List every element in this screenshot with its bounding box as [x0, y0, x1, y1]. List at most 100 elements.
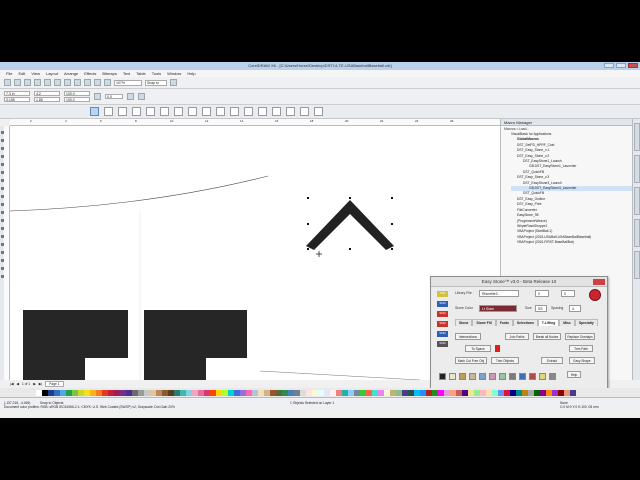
open-icon[interactable] [14, 79, 21, 86]
size-chip[interactable]: SS16 [437, 311, 448, 317]
polygon-tool-icon[interactable] [286, 107, 295, 116]
snap-to-dropdown[interactable]: Snap to [145, 79, 167, 86]
redo-icon[interactable] [84, 79, 91, 86]
size-chip[interactable]: SS40 [437, 341, 448, 347]
minimize-icon[interactable] [604, 63, 614, 68]
stone-color-swatch[interactable] [499, 373, 506, 380]
docker-tab[interactable] [634, 155, 640, 183]
x-position-field[interactable]: 7.3 in [4, 91, 30, 96]
stone-color-swatch[interactable] [509, 373, 516, 380]
fill-tool-icon[interactable] [314, 107, 323, 116]
import-icon[interactable] [94, 79, 101, 86]
mirror-vertical-icon[interactable] [138, 93, 145, 100]
text-tool-icon[interactable] [300, 107, 309, 116]
spacing-field[interactable]: 4 [569, 305, 581, 312]
menu-edit[interactable]: Edit [18, 70, 25, 77]
mirror-horizontal-icon[interactable] [127, 93, 134, 100]
tree-item[interactable]: VBAProject (2015-FIRST-BaseBallBat) [511, 240, 632, 245]
paste-icon[interactable] [64, 79, 71, 86]
menu-file[interactable]: File [6, 70, 12, 77]
tab-misc[interactable]: Misc [559, 319, 575, 326]
to-space-button[interactable]: To Space [465, 345, 491, 352]
save-icon[interactable] [24, 79, 31, 86]
stone-color-swatch[interactable] [529, 373, 536, 380]
options-icon[interactable] [170, 79, 177, 86]
stone-color-swatch[interactable] [479, 373, 486, 380]
close-icon[interactable] [628, 63, 638, 68]
extract-subpath-icon[interactable] [244, 107, 253, 116]
drawing-canvas[interactable] [10, 126, 500, 380]
size-field[interactable]: SS [535, 305, 547, 312]
rotation-angle-field[interactable]: 0.0 [105, 94, 123, 99]
tab-stone[interactable]: Stone [455, 319, 473, 326]
easy-shape-button[interactable]: Easy Shape [569, 357, 595, 364]
last-page-icon[interactable]: ▶| [39, 382, 42, 386]
field-b[interactable]: 0 [561, 290, 575, 297]
y-position-field[interactable]: 0.155 [4, 97, 30, 102]
size-chip[interactable]: SS30 [437, 331, 448, 337]
trim-objects-button[interactable]: Trim Objects [491, 357, 519, 364]
mark-cut-button[interactable]: Mark Cut Free Obj [455, 357, 487, 364]
stone-color-select[interactable]: Lt Siam [479, 305, 517, 312]
extract-button[interactable]: Extract [541, 357, 563, 364]
export-icon[interactable] [104, 79, 111, 86]
cusp-node-icon[interactable] [174, 107, 183, 116]
zoom-level-field[interactable]: 107% [114, 79, 142, 86]
scale-x-field[interactable]: 100.0 [64, 91, 90, 96]
ellipse-tool-icon[interactable] [272, 107, 281, 116]
menu-bitmaps[interactable]: Bitmaps [102, 70, 116, 77]
stone-color-swatch[interactable] [489, 373, 496, 380]
menu-tools[interactable]: Tools [152, 70, 161, 77]
cut-icon[interactable] [44, 79, 51, 86]
docker-tab[interactable] [634, 123, 640, 151]
menu-effects[interactable]: Effects [84, 70, 96, 77]
canvas-line[interactable] [259, 370, 421, 380]
size-chip[interactable]: SS10 [437, 301, 448, 307]
menu-arrange[interactable]: Arrange [64, 70, 78, 77]
new-document-icon[interactable] [4, 79, 11, 86]
replace-overlaps-button[interactable]: Replace Overlaps [565, 333, 595, 340]
black-block-left[interactable] [23, 310, 128, 380]
smooth-node-icon[interactable] [188, 107, 197, 116]
intersections-button[interactable]: Intersections [455, 333, 481, 340]
stone-color-swatch[interactable] [459, 373, 466, 380]
record-button[interactable] [589, 289, 601, 301]
menu-help[interactable]: Help [187, 70, 195, 77]
tab-t-lifting[interactable]: T-Lifting [537, 319, 560, 326]
curve-tool-icon[interactable] [146, 107, 155, 116]
smooth-tool-icon[interactable] [132, 107, 141, 116]
help-button[interactable]: Help [567, 371, 581, 378]
symmetric-node-icon[interactable] [202, 107, 211, 116]
size-chip[interactable]: SS20 [437, 321, 448, 327]
menu-window[interactable]: Window [167, 70, 181, 77]
width-field[interactable]: 4.2 [34, 91, 60, 96]
first-page-icon[interactable]: |◀ [10, 382, 13, 386]
size-chip[interactable]: SS8 [437, 291, 448, 297]
arc-curve[interactable] [10, 175, 269, 212]
pick-tool-icon[interactable] [90, 107, 99, 116]
tab-stone-fill[interactable]: Stone Fill [472, 319, 496, 326]
next-page-icon[interactable]: ▶ [33, 382, 36, 386]
stone-color-swatch[interactable] [449, 373, 456, 380]
join-paths-button[interactable]: Join Paths [505, 333, 529, 340]
height-field[interactable]: 1.85 [34, 97, 60, 102]
tab-specialty[interactable]: Specialty [574, 319, 598, 326]
menu-table[interactable]: Table [136, 70, 146, 77]
menu-text[interactable]: Text [123, 70, 130, 77]
chevron-shape[interactable] [306, 200, 394, 250]
rectangle-tool-icon[interactable] [258, 107, 267, 116]
docker-tab[interactable] [634, 187, 640, 215]
extend-curve-icon[interactable] [230, 107, 239, 116]
stone-color-swatch[interactable] [519, 373, 526, 380]
lock-ratio-icon[interactable] [94, 93, 101, 100]
docker-tab[interactable] [634, 251, 640, 279]
break-nodes-button[interactable]: Break all Nodes [533, 333, 561, 340]
red-color-chip[interactable] [495, 345, 500, 352]
palette-swatch[interactable] [570, 389, 576, 396]
node-tool-icon[interactable] [118, 107, 127, 116]
print-icon[interactable] [34, 79, 41, 86]
line-tool-icon[interactable] [160, 107, 169, 116]
trim-path-button[interactable]: Trim Path [569, 345, 593, 352]
stone-color-swatch[interactable] [539, 373, 546, 380]
field-a[interactable]: 0 [535, 290, 549, 297]
